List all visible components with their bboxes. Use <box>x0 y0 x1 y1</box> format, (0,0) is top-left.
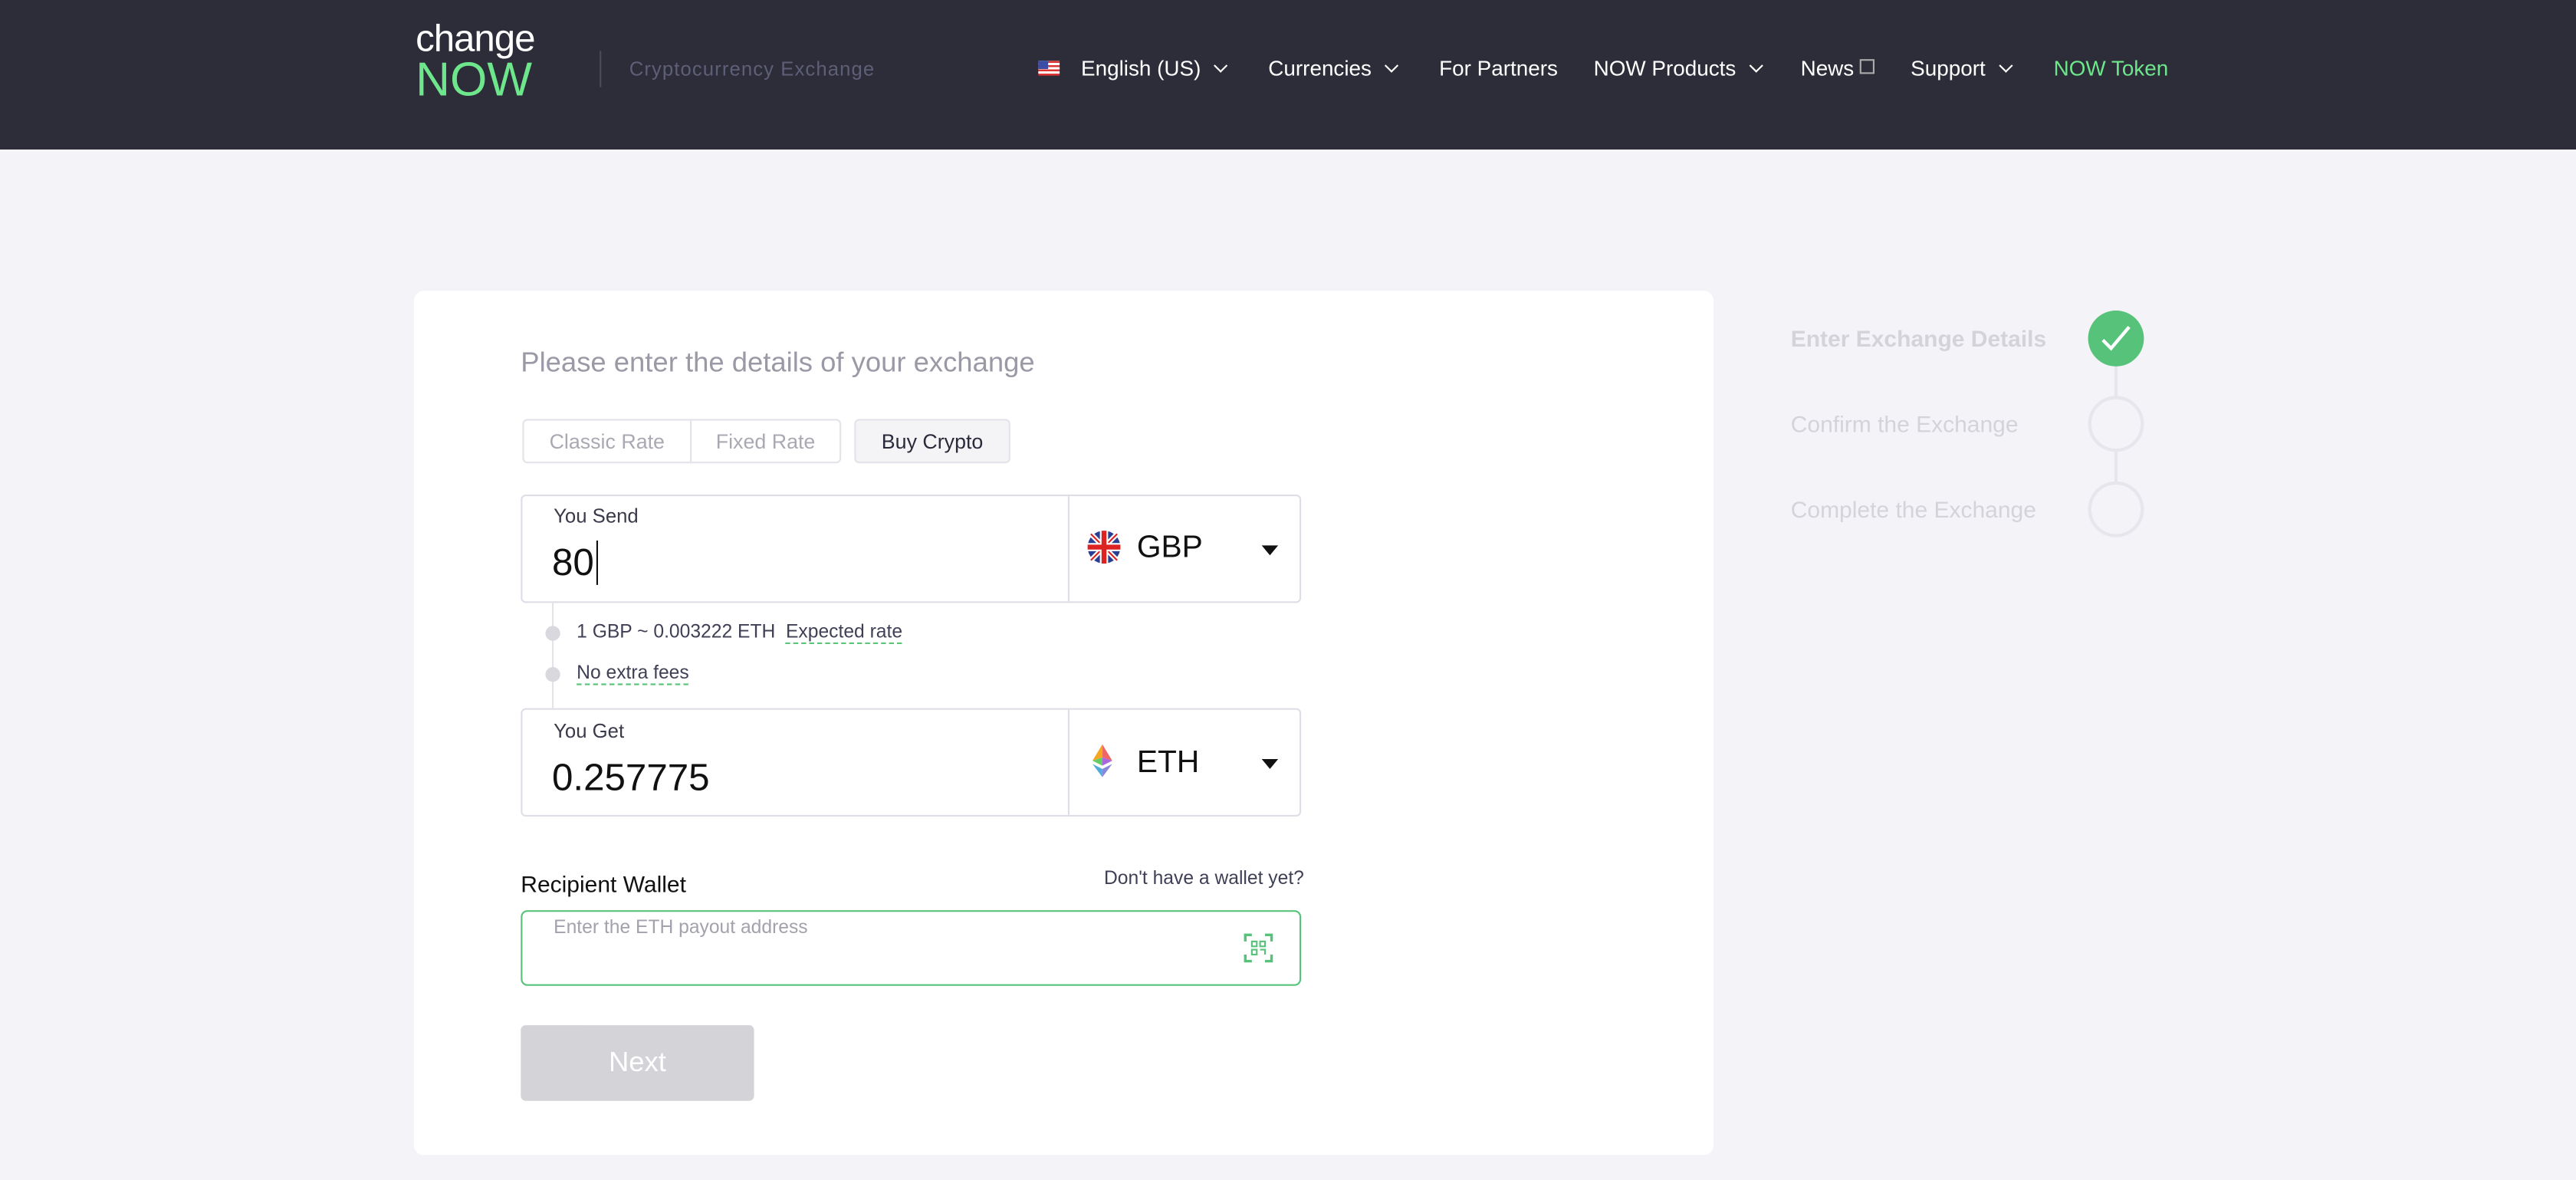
nav-currencies[interactable]: Currencies <box>1268 55 1398 81</box>
recipient-wallet-label: Recipient Wallet <box>521 870 686 897</box>
bullet-dot <box>545 626 560 641</box>
external-link-icon <box>1858 59 1874 74</box>
step-circle <box>2088 396 2144 452</box>
nav-label: NOW Products <box>1593 55 1737 81</box>
chevron-down-icon <box>1748 58 1763 73</box>
step-confirm: Confirm the Exchange <box>1790 410 2019 437</box>
page: change NOW Cryptocurrency Exchange Engli… <box>0 0 2576 1180</box>
nav-now-token[interactable]: NOW Token <box>2054 56 2169 81</box>
uk-flag-icon <box>1087 531 1121 564</box>
chevron-down-icon <box>1998 58 2013 73</box>
rate-connector <box>552 601 554 708</box>
no-extra-fees-link[interactable]: No extra fees <box>577 663 689 685</box>
tab-fixed-rate[interactable]: Fixed Rate <box>690 419 842 464</box>
ethereum-icon <box>1092 744 1112 777</box>
nav-news[interactable]: News <box>1801 56 1874 81</box>
nav-language[interactable]: English (US) <box>1081 55 1228 81</box>
send-currency-select[interactable]: GBP <box>1070 496 1300 601</box>
us-flag-icon <box>1038 61 1060 76</box>
step-complete: Complete the Exchange <box>1790 496 2036 523</box>
tagline: Cryptocurrency Exchange <box>629 58 876 81</box>
caret-down-icon <box>1261 545 1279 556</box>
get-amount[interactable]: 0.257775 <box>552 756 710 800</box>
nav-for-partners[interactable]: For Partners <box>1439 56 1558 81</box>
step-enter-details: Enter Exchange Details <box>1790 325 2047 352</box>
step-done-badge <box>2088 311 2144 366</box>
rate-text: 1 GBP ~ 0.003222 ETH <box>577 623 776 643</box>
wallet-placeholder: Enter the ETH payout address <box>554 918 808 938</box>
nav-label: Currencies <box>1268 55 1372 81</box>
caret-down-icon <box>1261 758 1279 769</box>
nav-label: Support <box>1911 55 1986 81</box>
next-button[interactable]: Next <box>521 1025 754 1101</box>
rate-line: 1 GBP ~ 0.003222 ETH Expected rate <box>577 623 903 644</box>
divider <box>600 51 602 87</box>
expected-rate-link[interactable]: Expected rate <box>785 623 903 644</box>
bullet-dot <box>545 667 560 682</box>
chevron-down-icon <box>1384 58 1398 73</box>
get-label: You Get <box>554 719 625 743</box>
tab-classic-rate[interactable]: Classic Rate <box>522 419 692 464</box>
send-label: You Send <box>554 504 639 528</box>
qr-scan-icon[interactable] <box>1244 933 1273 963</box>
nav-now-products[interactable]: NOW Products <box>1593 55 1763 81</box>
logo-now[interactable]: NOW <box>416 54 532 109</box>
no-wallet-link[interactable]: Don't have a wallet yet? <box>1104 869 1304 889</box>
top-header: change NOW Cryptocurrency Exchange Engli… <box>0 0 2576 150</box>
step-circle <box>2088 481 2144 537</box>
nav-label: News <box>1800 55 1855 81</box>
send-amount-input[interactable]: 80 <box>552 541 598 585</box>
nav-label: English (US) <box>1081 55 1201 81</box>
send-currency-code: GBP <box>1136 531 1203 566</box>
chevron-down-icon <box>1213 58 1228 73</box>
nav-support[interactable]: Support <box>1911 55 2013 81</box>
get-currency-code: ETH <box>1136 745 1200 781</box>
tab-buy-crypto[interactable]: Buy Crypto <box>854 419 1010 464</box>
get-currency-select[interactable]: ETH <box>1070 710 1300 815</box>
checkmark-icon <box>2101 326 2131 351</box>
wallet-address-input[interactable]: Enter the ETH payout address <box>521 910 1302 986</box>
form-title: Please enter the details of your exchang… <box>521 347 1035 378</box>
